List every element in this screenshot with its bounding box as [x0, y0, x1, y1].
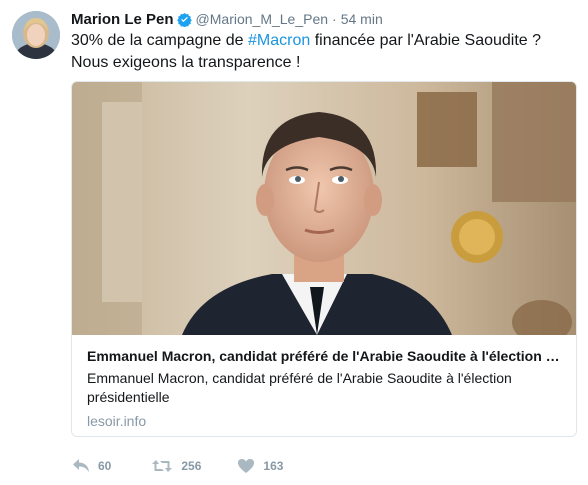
verified-badge-icon	[176, 12, 192, 27]
card-body: Emmanuel Macron, candidat préféré de l'A…	[87, 347, 567, 429]
retweet-count: 256	[181, 459, 202, 473]
card-description: Emmanuel Macron, candidat préféré de l'A…	[87, 370, 512, 405]
tweet-actions: 60 256 163	[72, 456, 323, 476]
separator-dot: ·	[332, 11, 337, 27]
hashtag-link[interactable]: #Macron	[248, 32, 310, 49]
link-preview-card[interactable]: Emmanuel Macron, candidat préféré de l'A…	[71, 81, 577, 437]
avatar[interactable]	[12, 11, 60, 59]
card-title[interactable]: Emmanuel Macron, candidat préféré de l'A…	[87, 347, 565, 365]
avatar-photo	[12, 11, 60, 59]
card-image	[72, 82, 576, 335]
tweet-text-part: 30% de la campagne de	[71, 32, 249, 49]
user-handle[interactable]: @Marion_M_Le_Pen	[196, 11, 329, 27]
tweet-header: Marion Le Pen @Marion_M_Le_Pen · 54 min	[71, 9, 383, 29]
tweet-text-part: financée par l'Arabie Saoudite ?	[310, 32, 542, 49]
tweet-text-line2: Nous exigeons la transparence !	[71, 54, 301, 71]
reply-count: 60	[98, 459, 112, 473]
tweet-timestamp[interactable]: 54 min	[341, 11, 383, 27]
like-button[interactable]: 163	[237, 458, 283, 474]
reply-icon	[73, 459, 89, 472]
display-name[interactable]: Marion Le Pen	[71, 11, 174, 28]
reply-button[interactable]: 60	[72, 458, 111, 474]
like-count: 163	[263, 459, 284, 473]
tweet-text: 30% de la campagne de #Macron financée p…	[71, 30, 571, 74]
tweet[interactable]: Marion Le Pen @Marion_M_Le_Pen · 54 min …	[0, 0, 588, 485]
heart-icon	[238, 459, 255, 473]
card-domain: lesoir.info	[87, 413, 147, 429]
retweet-button[interactable]: 256	[151, 458, 201, 474]
retweet-icon	[152, 460, 173, 472]
